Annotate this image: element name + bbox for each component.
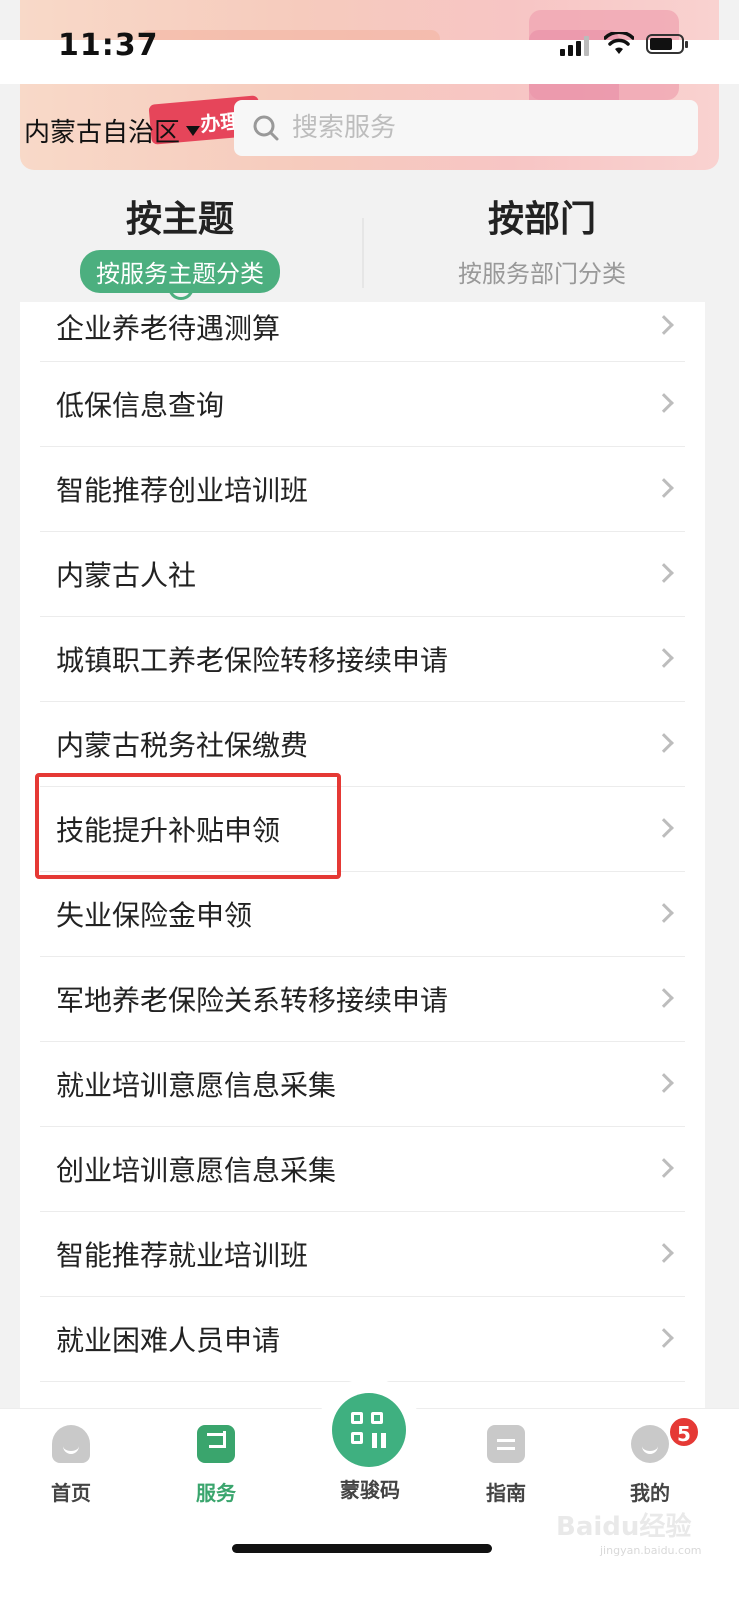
list-item-label: 失业保险金申领 (56, 899, 253, 932)
home-icon (52, 1425, 90, 1463)
chevron-right-icon (654, 818, 674, 838)
list-item-label: 军地养老保险关系转移接续申请 (56, 984, 449, 1017)
watermark-url: jingyan.baidu.com (600, 1544, 702, 1557)
search-icon (253, 115, 279, 141)
tab-title: 按主题 (125, 199, 234, 240)
battery-icon (646, 34, 688, 54)
list-item[interactable]: 就业困难人员申请 (40, 1297, 685, 1382)
list-item-label: 内蒙古税务社保缴费 (56, 729, 309, 762)
wifi-icon (604, 32, 634, 54)
search-input[interactable] (292, 113, 672, 143)
region-label: 内蒙古自治区 (24, 118, 181, 148)
list-item-label: 就业培训意愿信息采集 (56, 1069, 337, 1102)
chevron-right-icon (654, 393, 674, 413)
list-item[interactable]: 企业养老待遇测算 (40, 302, 685, 362)
nav-label: 我的 (630, 1481, 670, 1505)
caret-down-icon (186, 125, 201, 136)
nav-label: 指南 (486, 1481, 526, 1505)
list-item-label: 企业养老待遇测算 (56, 311, 281, 345)
home-indicator (232, 1544, 492, 1553)
tab-indicator (168, 286, 194, 300)
chevron-right-icon (654, 1073, 674, 1093)
nav-home[interactable]: 首页 (21, 1425, 121, 1506)
chevron-right-icon (654, 903, 674, 923)
chevron-right-icon (654, 563, 674, 583)
status-time: 11:37 (58, 28, 159, 63)
qr-code-icon (332, 1393, 406, 1467)
tab-subtitle: 按服务部门分类 (458, 260, 626, 288)
tab-by-theme[interactable]: 按主题 按服务主题分类 (20, 190, 340, 300)
list-item[interactable]: 智能推荐就业培训班 (40, 1212, 685, 1297)
nav-qr-code[interactable] (317, 1378, 421, 1482)
chevron-right-icon (654, 648, 674, 668)
status-bar: 11:37 (0, 28, 739, 84)
notification-badge: 5 (668, 1416, 700, 1448)
list-item-label: 智能推荐就业培训班 (56, 1239, 309, 1272)
tab-title: 按部门 (487, 199, 596, 240)
nav-label: 服务 (196, 1481, 236, 1505)
bookmark-icon (197, 1425, 235, 1463)
nav-guide[interactable]: 指南 (456, 1425, 556, 1506)
search-bar[interactable] (234, 100, 698, 156)
list-item[interactable]: 智能推荐创业培训班 (40, 447, 685, 532)
list-item[interactable]: 军地养老保险关系转移接续申请 (40, 957, 685, 1042)
chevron-right-icon (654, 315, 674, 335)
nav-label: 蒙骏码 (340, 1478, 400, 1502)
list-item[interactable]: 低保信息查询 (40, 362, 685, 447)
chevron-right-icon (654, 1243, 674, 1263)
nav-service[interactable]: 服务 (166, 1425, 266, 1506)
list-item[interactable]: 创业培训意愿信息采集 (40, 1127, 685, 1212)
chevron-right-icon (654, 478, 674, 498)
guide-icon (487, 1425, 525, 1463)
list-item-label: 低保信息查询 (56, 389, 225, 422)
chevron-right-icon (654, 733, 674, 753)
chevron-right-icon (654, 1158, 674, 1178)
list-item-label: 智能推荐创业培训班 (56, 474, 309, 507)
highlight-annotation-box (35, 773, 341, 879)
watermark-logo: Baidu经验 (556, 1512, 692, 1542)
list-item-label: 内蒙古人社 (56, 559, 197, 592)
list-item[interactable]: 内蒙古人社 (40, 532, 685, 617)
tab-by-department[interactable]: 按部门 按服务部门分类 (382, 190, 702, 293)
tab-divider (362, 218, 364, 288)
list-item[interactable]: 就业培训意愿信息采集 (40, 1042, 685, 1127)
region-selector[interactable]: 内蒙古自治区 (24, 112, 201, 149)
list-item[interactable]: 城镇职工养老保险转移接续申请 (40, 617, 685, 702)
chevron-right-icon (654, 988, 674, 1008)
category-tabs: 按主题 按服务主题分类 按部门 按服务部门分类 (0, 172, 739, 302)
list-item-label: 就业困难人员申请 (56, 1324, 281, 1357)
chevron-right-icon (654, 1328, 674, 1348)
signal-icon (560, 34, 590, 56)
nav-label: 首页 (51, 1481, 91, 1505)
list-item[interactable]: 失业保险金申领 (40, 872, 685, 957)
list-item-label: 城镇职工养老保险转移接续申请 (56, 644, 449, 677)
list-item-label: 创业培训意愿信息采集 (56, 1154, 337, 1187)
profile-icon (631, 1425, 669, 1463)
